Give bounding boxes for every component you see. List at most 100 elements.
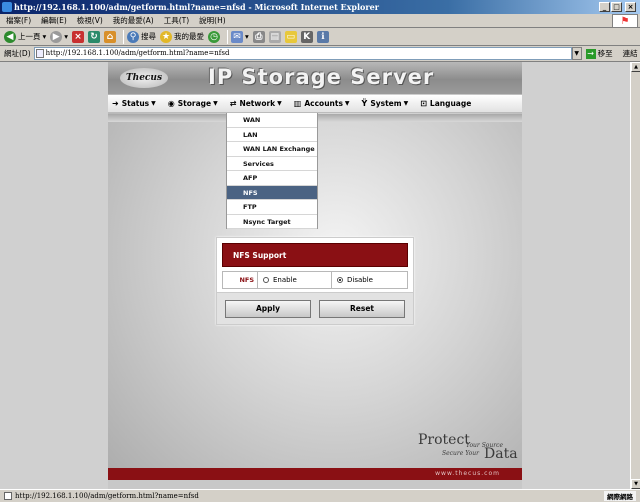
stop-button[interactable]: × <box>72 29 85 45</box>
menu-view[interactable]: 檢視(V) <box>77 15 103 26</box>
menu-favorites[interactable]: 我的最愛(A) <box>113 15 154 26</box>
scroll-up-button[interactable]: ▲ <box>631 62 640 72</box>
research-button[interactable]: ℹ <box>316 29 329 45</box>
menu-item-wan-lan-exchange[interactable]: WAN LAN Exchange <box>227 142 317 157</box>
address-input[interactable]: http://192.168.1.100/adm/getform.html?na… <box>33 47 572 60</box>
menu-item-wan[interactable]: WAN <box>227 113 317 128</box>
tagline-secure-your: Secure Your <box>442 450 479 457</box>
chevron-down-icon: ▾ <box>64 32 69 41</box>
nav-system[interactable]: Ÿ System ▼ <box>362 99 409 108</box>
main-nav: ➜ Status ▼ ◉ Storage ▼ ⇄ Network ▼ ▥ Acc… <box>108 95 522 113</box>
network-icon: ⇄ <box>229 99 237 108</box>
search-button[interactable]: ⚲ 搜尋 <box>127 29 156 45</box>
disable-option[interactable]: Disable <box>332 271 408 289</box>
apply-button[interactable]: Apply <box>225 300 311 318</box>
back-button[interactable]: ◀ 上一頁 ▾ <box>4 29 46 45</box>
nav-language-label: Language <box>429 99 472 108</box>
nfs-support-panel: NFS Support NFS Enable Disable Apply Res… <box>216 237 414 325</box>
nav-network[interactable]: ⇄ Network ▼ <box>230 99 282 108</box>
language-icon: ⊡ <box>420 99 427 108</box>
toolbar-divider <box>227 29 229 44</box>
page-header: Thecus IP Storage Server <box>108 62 522 94</box>
status-icon: ➜ <box>112 99 119 108</box>
status-text: http://192.168.1.100/adm/getform.html?na… <box>15 492 199 500</box>
status-bar: http://192.168.1.100/adm/getform.html?na… <box>0 489 640 502</box>
nav-status[interactable]: ➜ Status ▼ <box>112 99 156 108</box>
menu-item-nfs[interactable]: NFS <box>227 185 317 200</box>
menu-item-nsync-target[interactable]: Nsync Target <box>227 215 317 229</box>
search-icon: ⚲ <box>127 30 140 43</box>
research-icon: ℹ <box>316 30 329 43</box>
nav-storage-label: Storage <box>177 99 212 108</box>
star-icon: ★ <box>160 30 173 43</box>
address-url: http://192.168.1.100/adm/getform.html?na… <box>45 49 230 57</box>
go-button[interactable]: → 移至 <box>585 48 613 59</box>
chevron-down-icon: ▾ <box>245 32 249 41</box>
forward-button[interactable]: ▶ ▾ <box>50 29 68 45</box>
right-margin <box>522 62 630 489</box>
chevron-down-icon: ▾ <box>42 32 47 41</box>
nfs-field-label: NFS <box>222 271 258 289</box>
address-label: 網址(D) <box>4 49 31 58</box>
disable-radio[interactable] <box>337 277 343 283</box>
history-button[interactable]: ◷ <box>208 29 221 45</box>
internet-zone: 網際網路 <box>604 491 636 501</box>
enable-radio[interactable] <box>263 277 269 283</box>
scroll-down-button[interactable]: ▼ <box>631 479 640 489</box>
menu-edit[interactable]: 編輯(E) <box>41 15 67 26</box>
menu-item-afp[interactable]: AFP <box>227 171 317 186</box>
mail-button[interactable]: ✉ ▾ <box>231 29 249 45</box>
forward-arrow-icon: ▶ <box>50 30 63 43</box>
reset-button[interactable]: Reset <box>319 300 405 318</box>
enable-option[interactable]: Enable <box>258 271 332 289</box>
menu-item-ftp[interactable]: FTP <box>227 200 317 215</box>
links-button[interactable]: 連結 <box>623 48 638 59</box>
search-label: 搜尋 <box>141 32 157 41</box>
nav-accounts[interactable]: ▥ Accounts ▼ <box>294 99 350 108</box>
chevron-down-icon: ▼ <box>277 100 282 107</box>
panel-title: NFS Support <box>222 243 408 267</box>
thecus-logo: Thecus <box>120 68 168 88</box>
tagline-protect: Protect <box>418 432 470 448</box>
folder-button[interactable]: ▭ <box>284 29 297 45</box>
nav-language[interactable]: ⊡ Language <box>420 99 471 108</box>
nav-storage[interactable]: ◉ Storage ▼ <box>168 99 218 108</box>
menu-item-services[interactable]: Services <box>227 157 317 171</box>
menu-bar: 檔案(F) 編輯(E) 檢視(V) 我的最愛(A) 工具(T) 說明(H) <box>0 14 640 28</box>
history-icon: ◷ <box>208 30 221 43</box>
vertical-scrollbar[interactable]: ▲ ▼ <box>630 62 640 489</box>
back-label: 上一頁 <box>18 32 41 41</box>
panel-button-row: Apply Reset <box>217 292 413 324</box>
go-arrow-icon: → <box>585 48 596 59</box>
minimize-button[interactable]: _ <box>599 2 610 12</box>
maximize-button[interactable]: □ <box>611 2 622 12</box>
chevron-down-icon: ▼ <box>403 100 409 107</box>
go-label: 移至 <box>597 49 613 58</box>
chevron-down-icon: ▼ <box>344 100 350 107</box>
folder-icon: ▭ <box>284 30 297 43</box>
edit-button[interactable]: ▤ <box>268 29 281 45</box>
menu-tools[interactable]: 工具(T) <box>164 15 189 26</box>
page-brand-title: IP Storage Server <box>208 65 435 89</box>
menu-help[interactable]: 說明(H) <box>199 15 226 26</box>
system-icon: Ÿ <box>361 99 368 108</box>
tagline-data: Data <box>484 446 518 462</box>
refresh-icon: ↻ <box>88 30 101 43</box>
browser-toolbar: ◀ 上一頁 ▾ ▶ ▾ × ↻ ⌂ ⚲ 搜尋 ★ 我的最愛 ◷ ✉ ▾ ⎙ ▤ … <box>0 28 640 46</box>
window-title-bar: http://192.168.1.100/adm/getform.html?na… <box>0 0 640 14</box>
messenger-icon: K <box>300 30 313 43</box>
mail-icon: ✉ <box>231 30 244 43</box>
menu-file[interactable]: 檔案(F) <box>6 15 31 26</box>
close-button[interactable]: × <box>625 2 636 12</box>
refresh-button[interactable]: ↻ <box>88 29 101 45</box>
messenger-button[interactable]: K <box>300 29 313 45</box>
address-dropdown-button[interactable]: ▼ <box>571 47 582 60</box>
home-button[interactable]: ⌂ <box>104 29 117 45</box>
favorites-button[interactable]: ★ 我的最愛 <box>160 29 204 45</box>
left-margin <box>0 62 108 489</box>
menu-item-lan[interactable]: LAN <box>227 128 317 142</box>
address-bar: 網址(D) http://192.168.1.100/adm/getform.h… <box>0 46 640 62</box>
windows-logo-icon: ⚑ <box>612 14 638 28</box>
nav-status-label: Status <box>121 99 150 108</box>
print-button[interactable]: ⎙ <box>252 29 265 45</box>
